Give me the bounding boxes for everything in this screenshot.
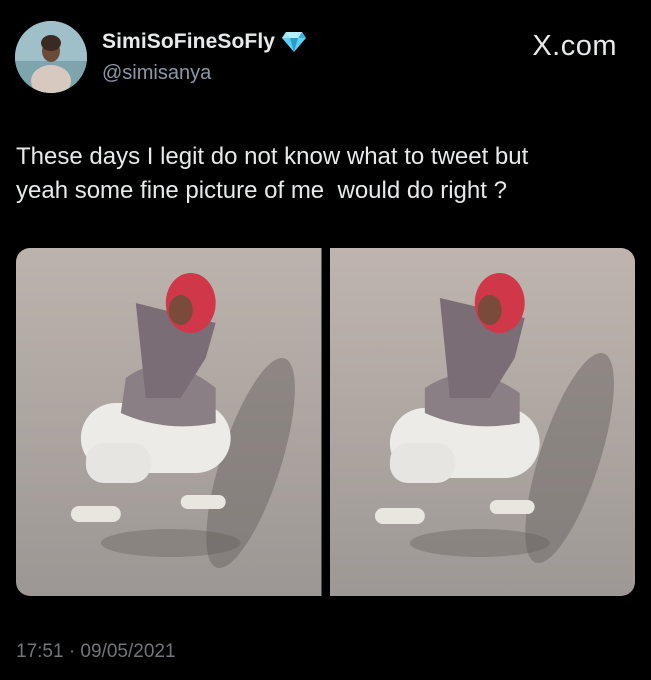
author-display-name[interactable]: SimiSoFineSoFly xyxy=(102,30,275,54)
tweet-text: These days I legit do not know what to t… xyxy=(16,143,529,204)
avatar-image xyxy=(15,21,87,93)
tweet-media-grid xyxy=(16,248,635,596)
author-name-row: SimiSoFineSoFly xyxy=(102,30,307,54)
author-avatar[interactable] xyxy=(15,21,87,93)
brand-label: X.com xyxy=(532,30,617,62)
photo-icon xyxy=(16,248,322,596)
gem-icon xyxy=(281,31,307,53)
tweet-card: SimiSoFineSoFly @simisanya X.com These d… xyxy=(0,0,651,680)
tweet-photo-1[interactable] xyxy=(16,248,322,596)
author-handle[interactable]: @simisanya xyxy=(102,62,211,85)
tweet-photo-2[interactable] xyxy=(329,248,635,596)
tweet-timestamp[interactable]: 17:51 · 09/05/2021 xyxy=(16,641,176,663)
photo-icon xyxy=(329,248,635,596)
